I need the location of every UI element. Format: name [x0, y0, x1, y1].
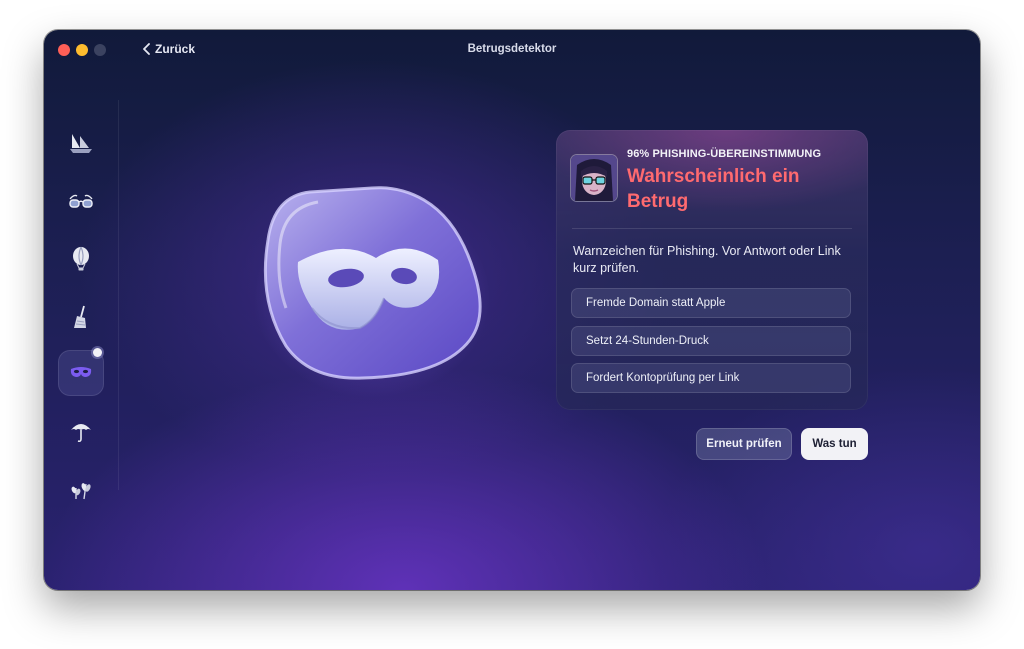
titlebar: Zurück Betrugsdetektor	[44, 30, 980, 70]
sidebar-item-umbrella[interactable]	[58, 408, 104, 454]
mask-icon	[254, 186, 490, 398]
phishing-match-label: 96% PHISHING-ÜBEREINSTIMMUNG	[627, 148, 822, 160]
sailboat-icon	[70, 134, 92, 153]
sidebar-item-sailboat[interactable]	[58, 120, 104, 166]
sidebar-item-glasses[interactable]	[58, 178, 104, 224]
recheck-button[interactable]: Erneut prüfen	[696, 428, 792, 460]
warning-flag: Setzt 24-Stunden-Druck	[571, 326, 851, 356]
plants-icon	[71, 483, 91, 500]
verdict-title: Wahrscheinlich ein Betrug	[627, 166, 800, 212]
hot-air-balloon-icon	[73, 246, 89, 271]
hero-mask-illustration	[252, 180, 492, 400]
broom-icon	[74, 305, 86, 328]
glasses-icon	[69, 194, 93, 208]
sidebar-item-balloon[interactable]	[58, 236, 104, 282]
divider	[572, 228, 852, 229]
sidebar-item-mask[interactable]	[58, 348, 104, 396]
result-description: Warnzeichen für Phishing. Vor Antwort od…	[573, 244, 841, 275]
what-to-do-button[interactable]: Was tun	[801, 428, 868, 460]
sidebar	[44, 100, 119, 500]
window-title: Betrugsdetektor	[467, 43, 557, 55]
app-window: Zurück Betrugsdetektor 96% PHISHING-ÜBER…	[44, 30, 980, 590]
warning-flag: Fremde Domain statt Apple	[571, 288, 851, 318]
mask-icon	[70, 367, 92, 377]
warning-flag: Fordert Kontoprüfung per Link	[571, 363, 851, 393]
scam-result-card: 96% PHISHING-ÜBEREINSTIMMUNG Wahrscheinl…	[556, 130, 868, 410]
active-indicator-dot	[93, 348, 102, 357]
sidebar-item-plants[interactable]	[58, 466, 104, 512]
sidebar-item-broom[interactable]	[58, 294, 104, 340]
sender-avatar	[571, 155, 617, 201]
umbrella-icon	[71, 424, 91, 443]
